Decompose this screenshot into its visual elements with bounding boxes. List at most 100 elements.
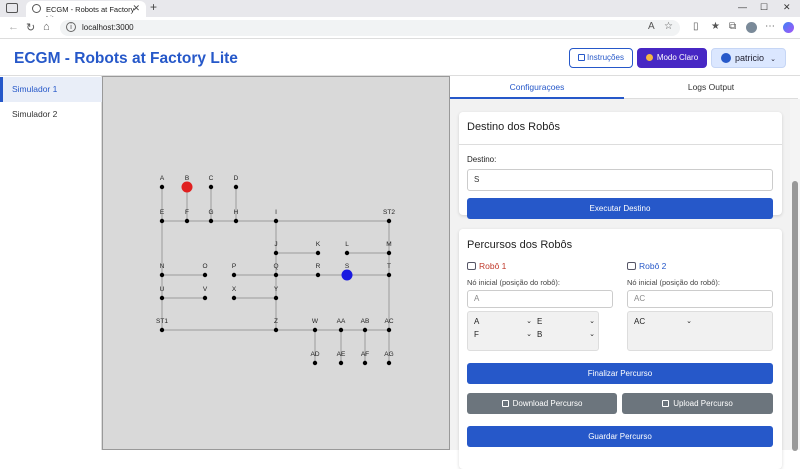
right-panel: Configuraçoes Logs Output Destino dos Ro… [450,76,800,469]
graph-node-AE[interactable] [338,360,344,366]
graph-node-AF[interactable] [362,360,368,366]
graph-node-T[interactable] [386,272,392,278]
graph-node-R[interactable] [315,272,321,278]
robot-1-marker [181,181,193,193]
finalizar-percurso-button[interactable]: Finalizar Percurso [467,363,773,384]
graph-node-C[interactable] [208,184,214,190]
graph-node-L[interactable] [344,250,350,256]
destino-input[interactable]: S [467,169,773,191]
graph-node-Z[interactable] [273,327,279,333]
minimize-icon[interactable]: — [738,2,747,12]
user-menu-button[interactable]: patricio ⌄ [711,48,786,68]
graph-node-I[interactable] [273,218,279,224]
close-tab-icon[interactable]: ✕ [132,3,140,14]
more-menu-icon[interactable]: ⋯ [765,21,775,32]
scrollbar[interactable] [790,99,800,451]
robo1-select-1[interactable]: A ⌄ [474,317,532,326]
chevron-down-icon: ⌄ [526,318,532,325]
robo1-start-input[interactable]: A [467,290,613,308]
favorites-icon[interactable]: ★ [711,21,720,32]
close-window-icon[interactable]: ✕ [783,2,791,13]
tab-configuracoes[interactable]: Configuraçoes [450,76,624,99]
download-percurso-button[interactable]: Download Percurso [467,393,617,414]
graph-node-label: N [160,263,165,270]
graph-node-ST1[interactable] [159,327,165,333]
graph-node-P[interactable] [231,272,237,278]
maximize-icon[interactable]: ☐ [760,2,768,13]
globe-icon [32,4,41,13]
graph-node-K[interactable] [315,250,321,256]
graph-node-A[interactable] [159,184,165,190]
scrollbar-thumb[interactable] [792,181,798,451]
sidebar-item-simulador-2[interactable]: Simulador 2 [0,102,102,127]
graph-node-label: U [160,286,165,293]
robo2-start-input[interactable]: AC [627,290,773,308]
profile-avatar-icon[interactable] [746,22,757,33]
graph-node-D[interactable] [233,184,239,190]
robo2-name: Robô 2 [639,261,667,271]
robo2-placeholder: AC [634,294,646,303]
select-value: E [537,317,543,326]
graph-node-Y[interactable] [273,295,279,301]
graph-node-label: AB [361,318,370,325]
graph-node-Q[interactable] [273,272,279,278]
graph-node-AG[interactable] [386,360,392,366]
executar-destino-button[interactable]: Executar Destino [467,198,773,219]
split-screen-icon[interactable]: ▯ [693,21,699,32]
guardar-percurso-button[interactable]: Guardar Percurso [467,426,773,447]
graph-node-E[interactable] [159,218,165,224]
graph-node-label: A [160,175,165,182]
tab-logs-output[interactable]: Logs Output [624,76,798,99]
robo1-select-2[interactable]: E ⌄ [537,317,595,326]
robo1-header: Robô 1 [467,261,506,271]
graph-node-label: K [316,241,321,248]
graph-node-X[interactable] [231,295,237,301]
instructions-button[interactable]: Instruções [569,48,633,68]
graph-node-O[interactable] [202,272,208,278]
robo1-select-4[interactable]: B ⌄ [537,330,595,339]
graph-node-ST2[interactable] [386,218,392,224]
tab-actions-icon[interactable] [6,3,18,13]
graph-node-N[interactable] [159,272,165,278]
graph-node-AD[interactable] [312,360,318,366]
collections-icon[interactable]: ⧉ [729,21,736,32]
graph-node-label: S [345,263,350,270]
graph-node-M[interactable] [386,250,392,256]
graph-node-label: AE [337,351,346,358]
graph-node-U[interactable] [159,295,165,301]
graph-node-J[interactable] [273,250,279,256]
theme-toggle-button[interactable]: Modo Claro [637,48,707,68]
user-avatar-icon [721,53,732,63]
destino-card: Destino dos Robôs Destino: S Executar De… [459,112,782,219]
graph-node-F[interactable] [184,218,190,224]
graph-node-label: AG [384,351,393,358]
graph-node-AA[interactable] [338,327,344,333]
graph-node-G[interactable] [208,218,214,224]
home-icon[interactable]: ⌂ [43,21,50,33]
sidebar-item-simulador-1[interactable]: Simulador 1 [0,77,102,102]
robot-icon [467,262,476,270]
back-icon[interactable]: ← [8,21,19,33]
url-input[interactable]: i localhost:3000 A ☆ [60,20,680,36]
upload-percurso-button[interactable]: Upload Percurso [622,393,773,414]
info-square-icon [578,54,586,61]
graph-node-AC[interactable] [386,327,392,333]
new-tab-icon[interactable]: + [150,0,157,14]
reload-icon[interactable]: ↻ [26,21,35,34]
graph-node-label: AC [384,318,393,325]
page-title: ECGM - Robots at Factory Lite [14,50,238,67]
site-info-icon[interactable]: i [66,22,76,32]
favorite-star-icon[interactable]: ☆ [664,21,673,32]
graph-node-H[interactable] [233,218,239,224]
graph-node-W[interactable] [312,327,318,333]
robo2-select-1[interactable]: AC ⌄ [634,317,692,326]
graph-node-label: E [160,209,165,216]
destino-title: Destino dos Robôs [467,121,560,133]
robo1-select-3[interactable]: F ⌄ [474,330,532,339]
copilot-icon[interactable] [783,22,794,33]
graph-canvas[interactable]: A B C D E F G H I ST2 J K L M N O P Q R S T U V X Y ST1 Z W AA AB AC AD… [102,76,450,450]
graph-node-V[interactable] [202,295,208,301]
browser-tab[interactable]: ECGM - Robots at Factory Lite ✕ [26,1,146,23]
read-aloud-icon[interactable]: A [648,21,655,32]
graph-node-AB[interactable] [362,327,368,333]
